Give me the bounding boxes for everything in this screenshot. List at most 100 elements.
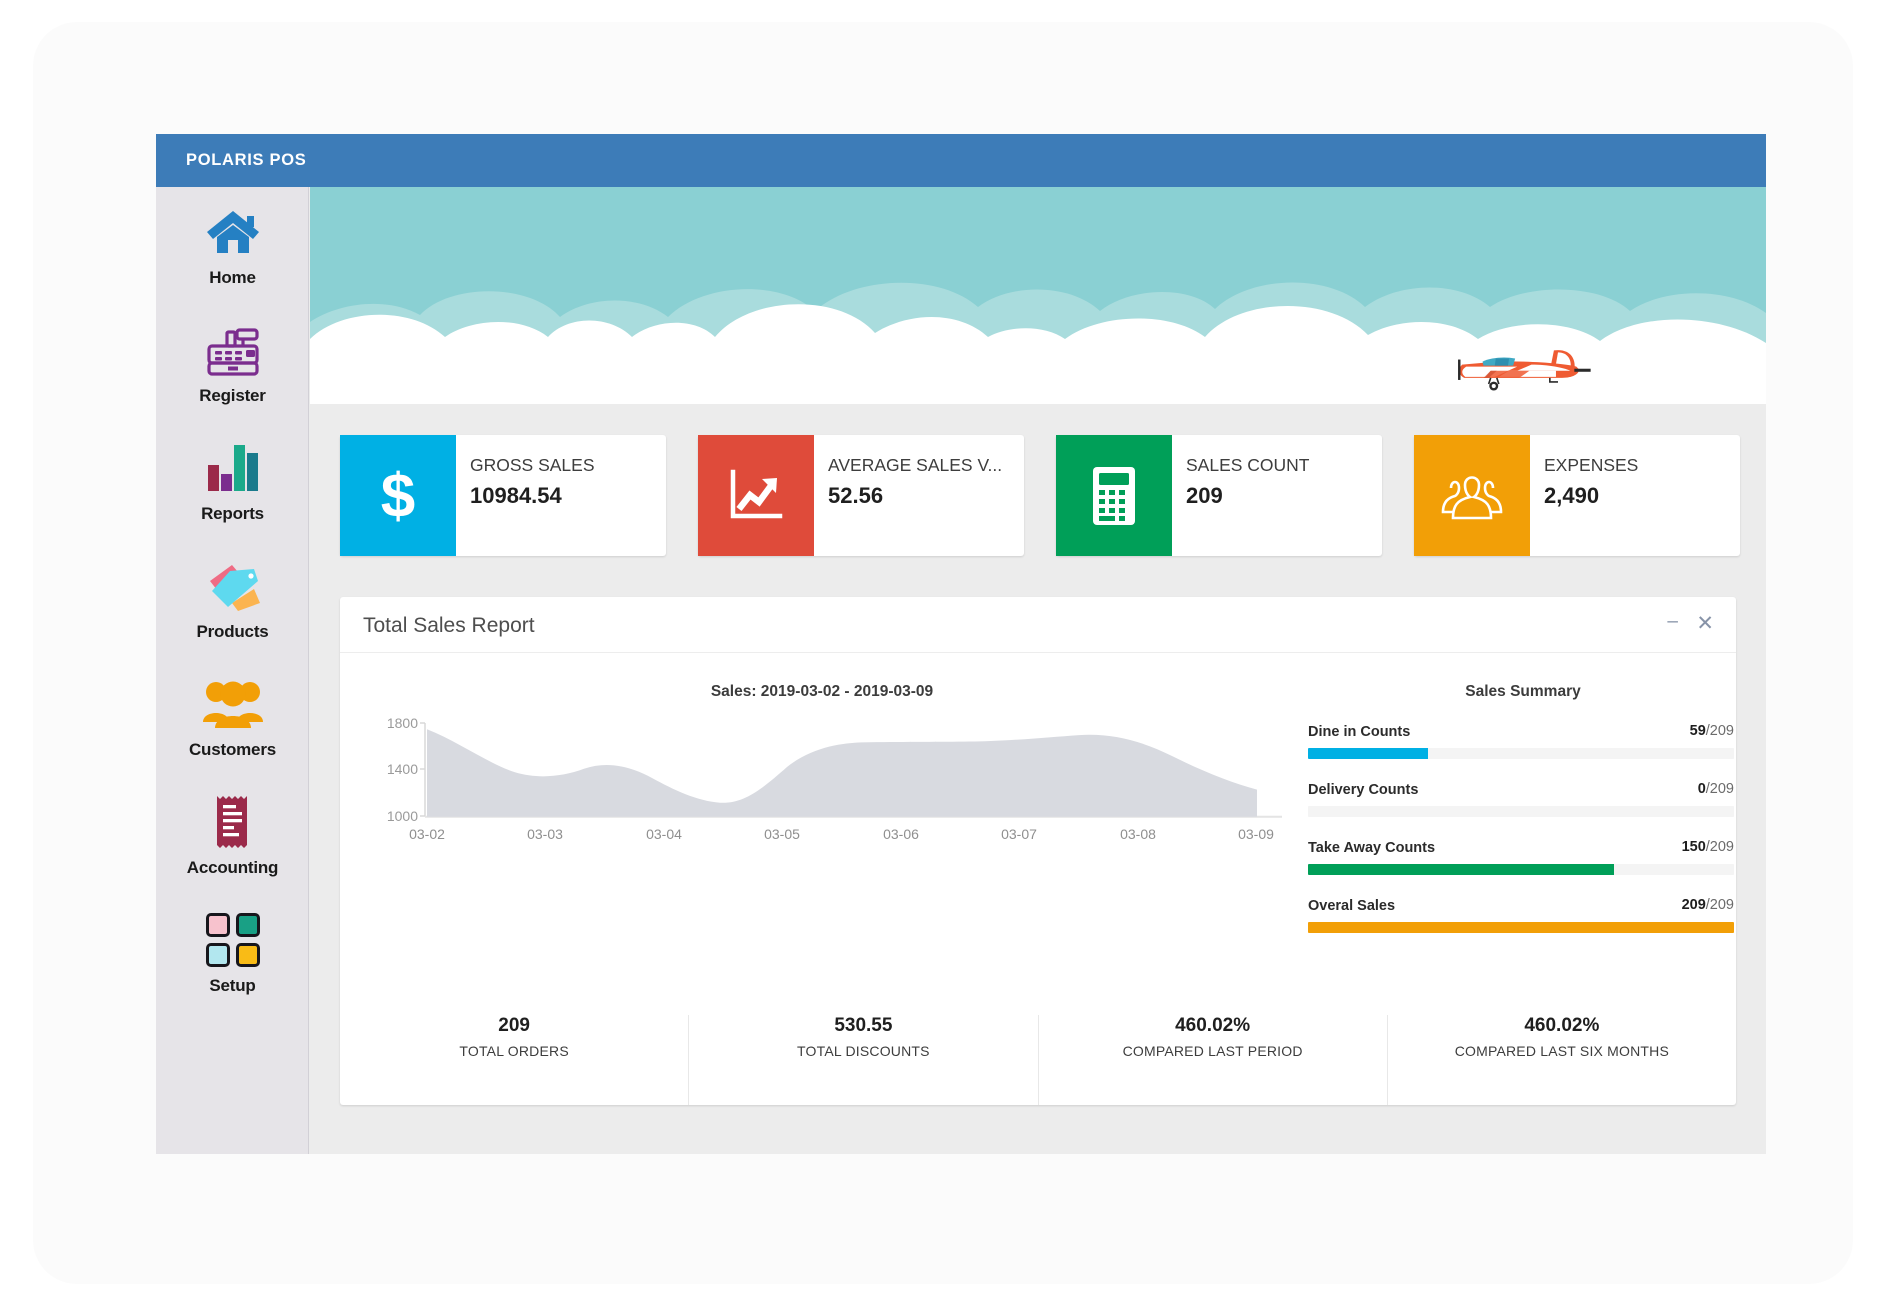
sidebar-item-label: Products <box>196 622 269 641</box>
footer-stat-label: COMPARED LAST PERIOD <box>1122 1043 1303 1059</box>
y-tick-label: 1800 <box>387 715 418 731</box>
stat-card-gross-sales[interactable]: $ GROSS SALES 10984.54 <box>340 435 666 556</box>
stat-card-title: SALES COUNT <box>1186 455 1310 475</box>
summary-label: Delivery Counts <box>1308 782 1419 798</box>
sidebar-item-label: Register <box>199 386 266 405</box>
main-content: $ GROSS SALES 10984.54 AVERAGE SALES V..… <box>310 187 1766 1154</box>
y-tick-label: 1000 <box>387 808 418 824</box>
panel-body: Sales: 2019-03-02 - 2019-03-09 1800 1400… <box>340 653 1736 993</box>
x-tick-label: 03-02 <box>409 826 445 842</box>
minimize-icon[interactable]: – <box>1667 612 1678 631</box>
sidebar-item-home[interactable]: Home <box>156 187 309 305</box>
stat-card-title: AVERAGE SALES V... <box>828 455 1003 475</box>
summary-row: Delivery Counts 0/209 <box>1308 781 1738 817</box>
sidebar-item-label: Home <box>209 268 256 287</box>
chart-canvas: 1800 1400 1000 03-02 03-03 03-04 03-05 0… <box>387 715 1282 842</box>
bar-chart-icon <box>202 437 264 499</box>
footer-stat-total-orders: 209 TOTAL ORDERS <box>340 1015 690 1105</box>
summary-label: Overal Sales <box>1308 898 1396 914</box>
sidebar-nav: Home Register Reports Products Customers… <box>156 187 309 1154</box>
summary-count: 209/209 <box>1681 897 1734 913</box>
x-tick-label: 03-04 <box>646 826 682 842</box>
footer-stat-value: 530.55 <box>834 1015 893 1036</box>
stat-card-title: EXPENSES <box>1544 455 1639 475</box>
chart-area-fill <box>427 729 1257 817</box>
sidebar-item-register[interactable]: Register <box>156 305 309 423</box>
summary-progress-track <box>1308 864 1734 875</box>
sidebar-item-customers[interactable]: Customers <box>156 659 309 777</box>
summary-label: Dine in Counts <box>1308 724 1411 740</box>
footer-stat-label: TOTAL DISCOUNTS <box>797 1043 930 1059</box>
footer-stat-value: 460.02% <box>1175 1015 1251 1036</box>
x-tick-label: 03-03 <box>527 826 563 842</box>
sidebar-item-products[interactable]: Products <box>156 541 309 659</box>
sidebar-item-label: Setup <box>209 976 256 995</box>
svg-text:$: $ <box>381 462 415 531</box>
dollar-icon: $ <box>340 435 456 556</box>
x-tick-label: 03-08 <box>1120 826 1156 842</box>
summary-progress-fill <box>1308 748 1429 759</box>
four-squares-icon <box>202 909 264 971</box>
footer-stat-value: 209 <box>498 1015 530 1036</box>
app-window: POLARIS POS Home Register Reports Produc… <box>156 134 1766 1154</box>
summary-row: Overal Sales 209/209 <box>1308 897 1738 933</box>
stat-card-sales-count[interactable]: SALES COUNT 209 <box>1056 435 1382 556</box>
x-tick-label: 03-06 <box>883 826 919 842</box>
trend-up-icon <box>698 435 814 556</box>
sidebar-item-setup[interactable]: Setup <box>156 895 309 1013</box>
chart-title: Sales: 2019-03-02 - 2019-03-09 <box>710 683 934 700</box>
sales-summary-title: Sales Summary <box>1465 683 1581 700</box>
people-icon <box>1414 435 1530 556</box>
panel-footer-stats: 209 TOTAL ORDERS 530.55 TOTAL DISCOUNTS … <box>340 993 1736 1105</box>
receipt-icon <box>202 791 264 853</box>
x-tick-label: 03-07 <box>1001 826 1037 842</box>
summary-progress-track <box>1308 922 1734 933</box>
summary-progress-track <box>1308 806 1734 817</box>
stat-card-value: 52.56 <box>828 483 884 508</box>
footer-stat-compared-last-period: 460.02% COMPARED LAST PERIOD <box>1039 1015 1388 1105</box>
page-frame: POLARIS POS Home Register Reports Produc… <box>33 22 1853 1284</box>
app-brand-title: POLARIS POS <box>186 151 307 169</box>
stat-card-title: GROSS SALES <box>470 455 595 475</box>
sidebar-item-accounting[interactable]: Accounting <box>156 777 309 895</box>
stat-card-value: 10984.54 <box>470 483 562 508</box>
sidebar-item-label: Reports <box>201 504 264 523</box>
sidebar-item-label: Accounting <box>186 858 279 877</box>
footer-stat-label: TOTAL ORDERS <box>459 1043 569 1059</box>
panel-title: Total Sales Report <box>363 614 535 637</box>
total-sales-report-panel: Total Sales Report – ✕ Sales: 2019-03-02… <box>340 597 1736 1105</box>
summary-row: Take Away Counts 150/209 <box>1308 839 1738 875</box>
sales-summary: Sales Summary Dine in Counts 59/209 Deli… <box>1308 653 1738 993</box>
sales-area-chart: Sales: 2019-03-02 - 2019-03-09 1800 1400… <box>352 653 1292 993</box>
cash-register-icon <box>202 319 264 381</box>
panel-header: Total Sales Report – ✕ <box>340 597 1736 653</box>
summary-count: 0/209 <box>1697 781 1734 797</box>
people-group-icon <box>202 673 264 735</box>
footer-stat-total-discounts: 530.55 TOTAL DISCOUNTS <box>689 1015 1039 1105</box>
stat-card-value: 2,490 <box>1544 483 1600 508</box>
footer-stat-label: COMPARED LAST SIX MONTHS <box>1454 1043 1670 1059</box>
summary-progress-fill <box>1308 922 1734 933</box>
x-tick-label: 03-05 <box>764 826 800 842</box>
x-tick-label: 03-09 <box>1238 826 1274 842</box>
footer-stat-compared-last-six-months: 460.02% COMPARED LAST SIX MONTHS <box>1388 1015 1736 1105</box>
app-header-bar: POLARIS POS <box>156 134 1766 187</box>
stat-card-value: 209 <box>1186 483 1223 508</box>
hero-banner <box>310 187 1766 404</box>
chart-y-axis: 1800 1400 1000 <box>387 715 418 824</box>
chart-x-axis: 03-02 03-03 03-04 03-05 03-06 03-07 03-0… <box>409 826 1274 842</box>
summary-row: Dine in Counts 59/209 <box>1308 723 1738 759</box>
sidebar-item-reports[interactable]: Reports <box>156 423 309 541</box>
footer-stat-value: 460.02% <box>1524 1015 1600 1036</box>
calculator-icon <box>1056 435 1172 556</box>
sidebar-item-label: Customers <box>188 740 276 759</box>
summary-progress-fill <box>1308 864 1614 875</box>
summary-progress-track <box>1308 748 1734 759</box>
stat-card-average-sales[interactable]: AVERAGE SALES V... 52.56 <box>698 435 1024 556</box>
y-tick-label: 1400 <box>387 761 418 777</box>
summary-label: Take Away Counts <box>1308 840 1436 856</box>
close-icon[interactable]: ✕ <box>1696 611 1714 636</box>
home-icon <box>202 201 264 263</box>
stat-card-expenses[interactable]: EXPENSES 2,490 <box>1414 435 1740 556</box>
price-tags-icon <box>202 555 264 617</box>
